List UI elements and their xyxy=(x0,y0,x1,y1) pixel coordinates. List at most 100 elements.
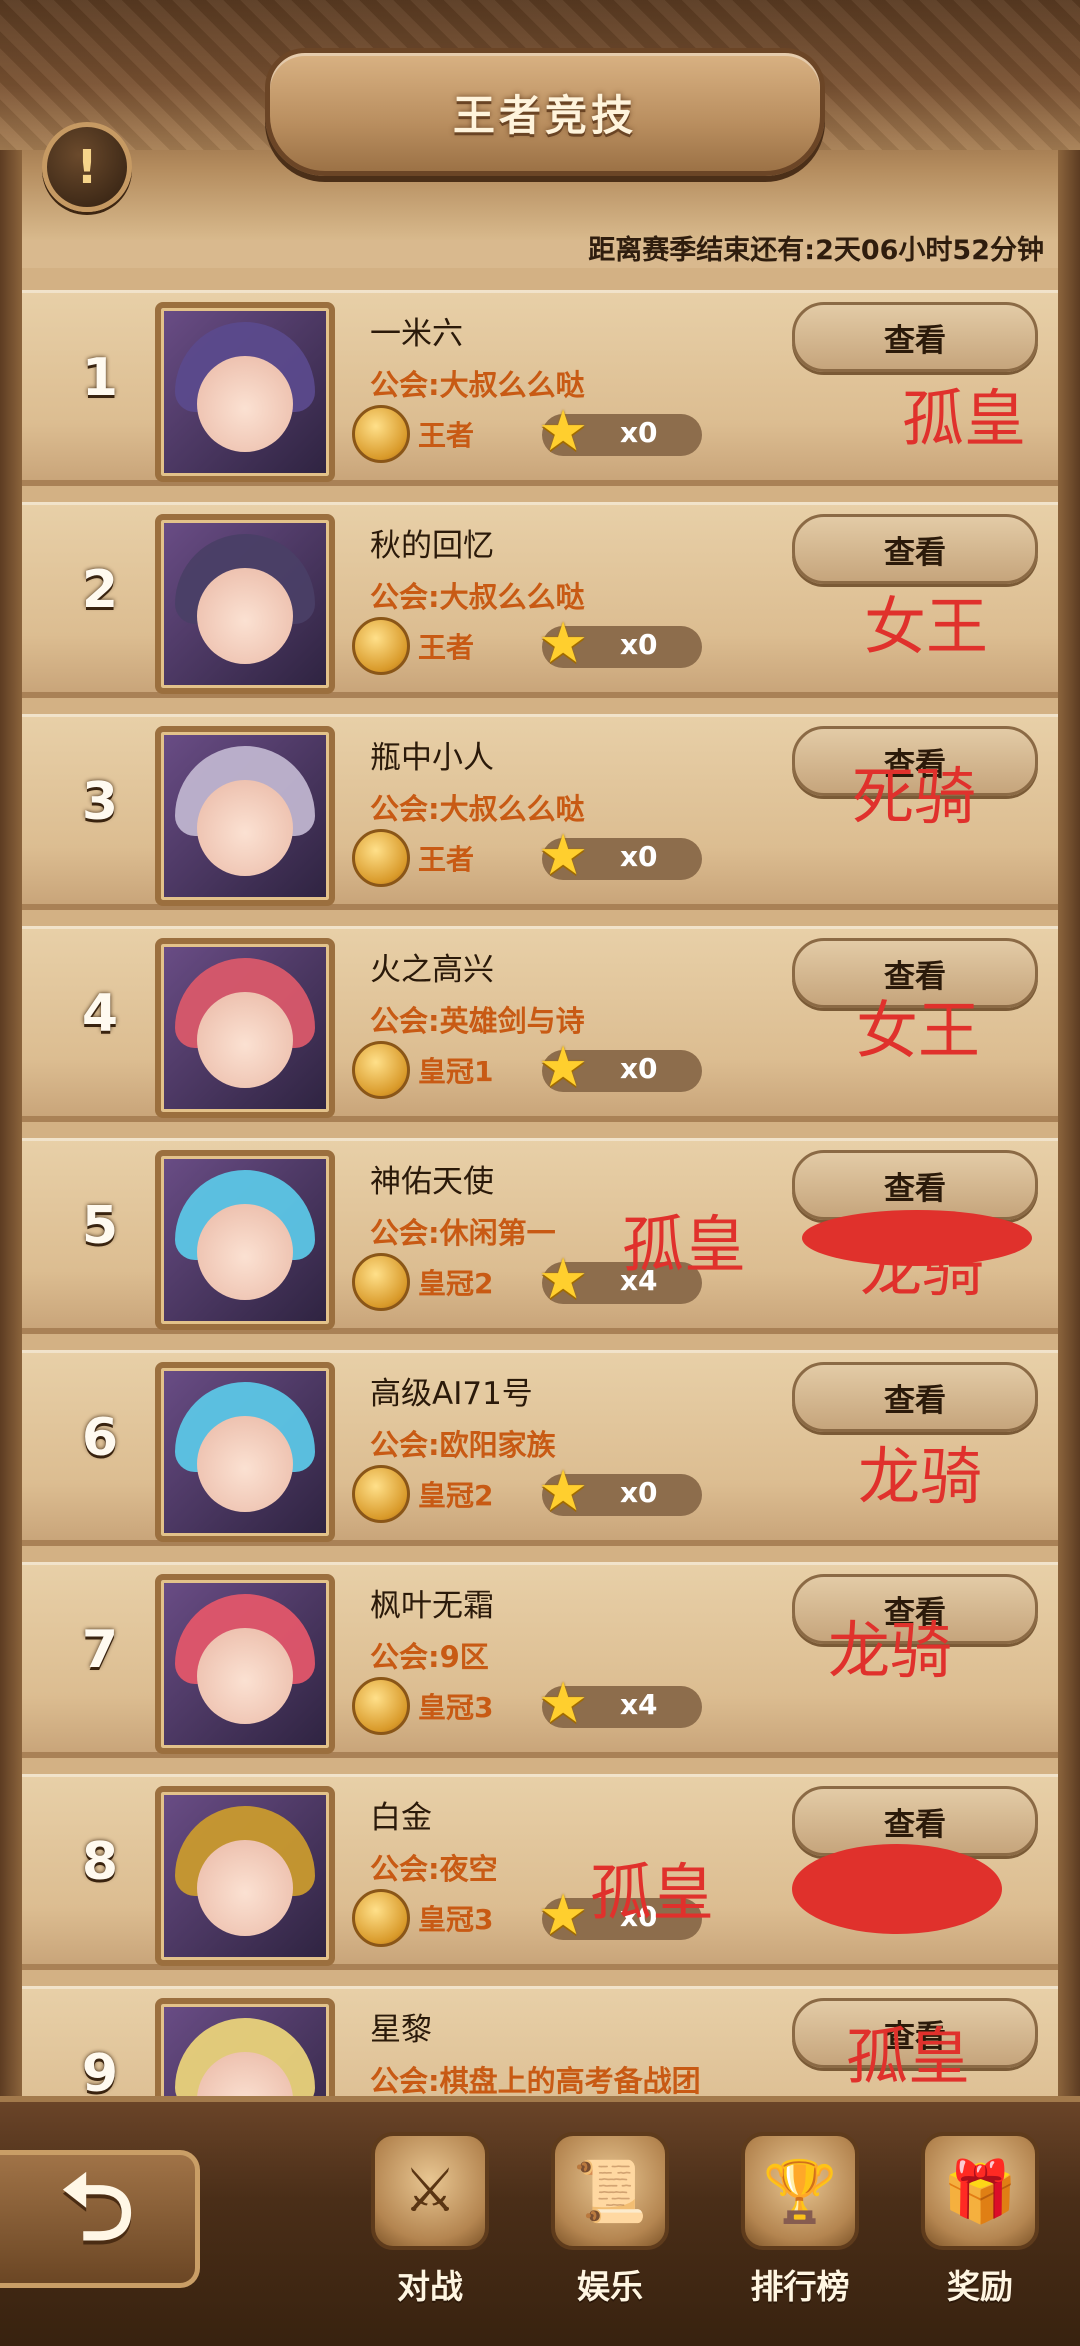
avatar-face xyxy=(197,568,293,664)
handwritten-note: 死骑 xyxy=(852,760,977,833)
nav-battle[interactable]: ⚔ 对战 xyxy=(360,2132,500,2322)
countdown-value: 2天06小时52分钟 xyxy=(815,235,1044,266)
view-button[interactable]: 查看 xyxy=(792,514,1038,584)
avatar-face xyxy=(197,1416,293,1512)
avatar-face xyxy=(197,1204,293,1300)
tier-medal-icon xyxy=(352,829,410,887)
guild-prefix: 公会: xyxy=(370,1216,440,1250)
tier-name: 皇冠3 xyxy=(418,1691,494,1724)
tier-badge: 皇冠3 xyxy=(352,1889,494,1947)
avatar-face xyxy=(197,1840,293,1936)
rank-number: 9 xyxy=(81,2044,119,2096)
player-name: 一米六 xyxy=(370,316,463,352)
player-guild: 公会:大叔么么哒 xyxy=(370,786,585,828)
ranking-list[interactable]: 1 一米六 公会:大叔么么哒 王者 ★ x0 查看 孤皇 2 秋的回忆 公会:大叔… xyxy=(22,268,1058,2096)
player-guild: 公会:棋盘上的高考备战团 xyxy=(370,2058,701,2096)
left-frame xyxy=(0,150,22,2110)
tier-name: 王者 xyxy=(418,419,475,452)
handwritten-note: 女王 xyxy=(856,994,981,1067)
player-avatar[interactable] xyxy=(155,1574,335,1754)
handwritten-note: 孤皇 xyxy=(590,1856,715,1929)
star-icon: ★ xyxy=(538,1883,589,1948)
handwritten-note: 孤皇 xyxy=(902,382,1027,455)
page-title: 王者竞技 xyxy=(452,90,637,140)
player-avatar[interactable] xyxy=(155,514,335,694)
tier-badge: 皇冠2 xyxy=(352,1465,493,1523)
ranking-row: 9 星黎 公会:棋盘上的高考备战团 查看 孤皇 xyxy=(22,1986,1058,2096)
player-guild: 公会:大叔么么哒 xyxy=(370,574,585,616)
player-name: 枫叶无霜 xyxy=(370,1588,494,1624)
tier-name: 皇冠2 xyxy=(418,1267,494,1300)
nav-rewards[interactable]: 🎁 奖励 xyxy=(910,2132,1050,2322)
player-guild: 公会:9区 xyxy=(370,1634,489,1676)
ranking-row: 1 一米六 公会:大叔么么哒 王者 ★ x0 查看 孤皇 xyxy=(22,290,1058,486)
star-icon: ★ xyxy=(538,1035,589,1100)
guild-name: 大叔么么哒 xyxy=(439,368,585,402)
player-guild: 公会:英雄剑与诗 xyxy=(370,998,585,1040)
guild-prefix: 公会: xyxy=(370,368,440,402)
handwritten-note: 孤皇 xyxy=(622,1208,747,1281)
avatar-face xyxy=(197,356,293,452)
star-count-value: x0 xyxy=(620,628,658,661)
rank-number: 7 xyxy=(81,1620,119,1680)
player-avatar[interactable] xyxy=(155,938,335,1118)
season-countdown: 距离赛季结束还有:2天06小时52分钟 xyxy=(588,228,1044,267)
tier-medal-icon xyxy=(352,1253,410,1311)
star-count: ★ x0 xyxy=(538,1040,702,1096)
star-count: ★ x0 xyxy=(538,616,702,672)
tier-name: 皇冠3 xyxy=(418,1903,494,1936)
redaction-scribble xyxy=(802,1210,1032,1266)
right-frame xyxy=(1058,150,1080,2110)
guild-prefix: 公会: xyxy=(370,580,440,614)
tier-medal-icon xyxy=(352,1677,410,1735)
guild-prefix: 公会: xyxy=(370,1004,440,1038)
rank-number: 5 xyxy=(81,1196,119,1256)
ranking-row: 2 秋的回忆 公会:大叔么么哒 王者 ★ x0 查看 女王 xyxy=(22,502,1058,698)
player-name: 星黎 xyxy=(370,2012,432,2048)
tier-medal-icon xyxy=(352,1889,410,1947)
ranking-row: 7 枫叶无霜 公会:9区 皇冠3 ★ x4 查看 龙骑 xyxy=(22,1562,1058,1758)
handwritten-note: 龙骑 xyxy=(858,1440,983,1513)
player-avatar[interactable] xyxy=(155,1362,335,1542)
rank-number: 8 xyxy=(81,1832,119,1892)
tier-badge: 王者 xyxy=(352,829,474,887)
rank-number: 1 xyxy=(81,348,119,408)
guild-prefix: 公会: xyxy=(370,792,440,826)
rank-number: 3 xyxy=(81,772,119,832)
view-button[interactable]: 查看 xyxy=(792,1362,1038,1432)
guild-name: 夜空 xyxy=(439,1852,498,1886)
player-avatar[interactable] xyxy=(155,726,335,906)
player-avatar[interactable] xyxy=(155,1786,335,1966)
redaction-scribble xyxy=(792,1844,1002,1934)
star-icon: ★ xyxy=(538,1671,589,1736)
star-count-value: x0 xyxy=(620,1052,658,1085)
view-button[interactable]: 查看 xyxy=(792,302,1038,372)
chest-icon: 🎁 xyxy=(921,2132,1039,2250)
ranking-row: 5 神佑天使 公会:休闲第一 皇冠2 ★ x4 查看 孤皇 龙骑 xyxy=(22,1138,1058,1334)
player-guild: 公会:大叔么么哒 xyxy=(370,362,585,404)
nav-label: 奖励 xyxy=(947,2267,1013,2306)
tier-badge: 皇冠3 xyxy=(352,1677,494,1735)
tier-badge: 皇冠2 xyxy=(352,1253,494,1311)
star-count-value: x0 xyxy=(620,1476,658,1509)
bottom-nav-bar: ⮌ ⚔ 对战 📜 娱乐 🏆 排行榜 🎁 奖励 xyxy=(0,2096,1080,2346)
star-count-value: x4 xyxy=(620,1688,658,1721)
player-avatar[interactable] xyxy=(155,1998,335,2096)
player-avatar[interactable] xyxy=(155,1150,335,1330)
player-avatar[interactable] xyxy=(155,302,335,482)
handwritten-note: 龙骑 xyxy=(828,1614,953,1687)
ranking-row: 4 火之高兴 公会:英雄剑与诗 皇冠1 ★ x0 查看 女王 xyxy=(22,926,1058,1122)
star-count-value: x0 xyxy=(620,840,658,873)
back-arrow-icon[interactable]: ⮌ xyxy=(0,2150,200,2288)
guild-name: 棋盘上的高考备战团 xyxy=(439,2064,701,2096)
info-icon[interactable]: ! xyxy=(42,122,132,212)
nav-leaderboard[interactable]: 🏆 排行榜 xyxy=(730,2132,870,2322)
avatar-face xyxy=(197,780,293,876)
guild-prefix: 公会: xyxy=(370,1640,440,1674)
ranking-row: 8 白金 公会:夜空 皇冠3 ★ x0 查看 孤皇 xyxy=(22,1774,1058,1970)
avatar-face xyxy=(197,1628,293,1724)
nav-entertainment[interactable]: 📜 娱乐 xyxy=(540,2132,680,2322)
player-name: 白金 xyxy=(370,1800,432,1836)
ranking-row: 3 瓶中小人 公会:大叔么么哒 王者 ★ x0 查看 死骑 xyxy=(22,714,1058,910)
star-icon: ★ xyxy=(538,1459,589,1524)
